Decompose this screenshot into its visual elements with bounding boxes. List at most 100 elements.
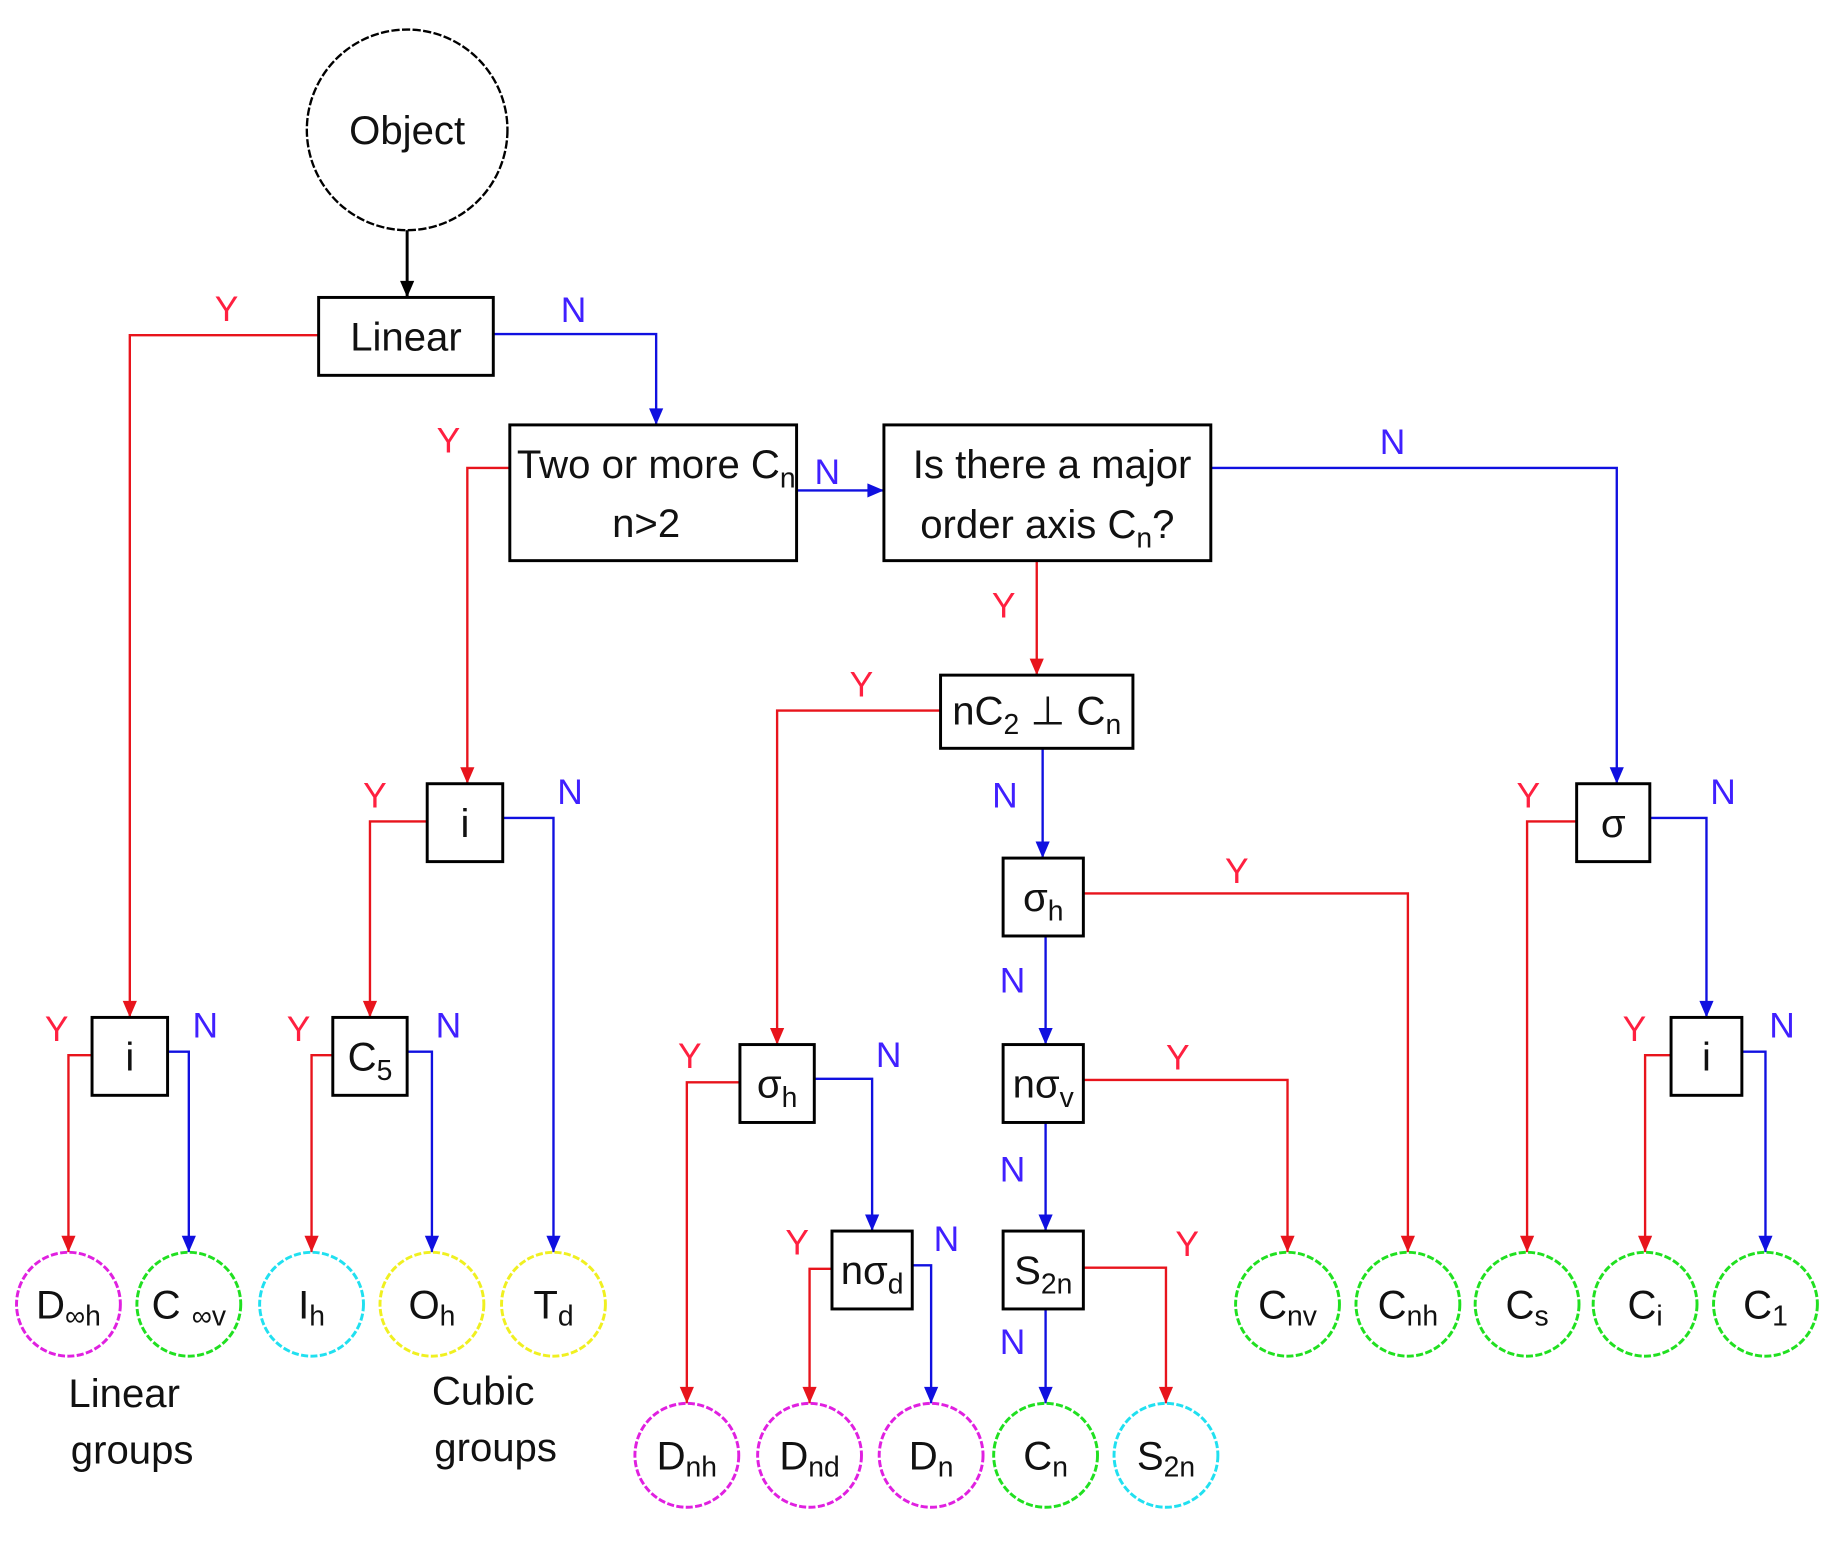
arrowhead-icon bbox=[546, 1235, 561, 1253]
point-group-c-i: Ci bbox=[1591, 1250, 1699, 1358]
edge-c5-to-o-h bbox=[407, 1050, 440, 1253]
edge-i-right-to-c-1 bbox=[1741, 1050, 1773, 1253]
arrowhead-icon bbox=[1520, 1235, 1535, 1253]
no-label: N bbox=[876, 1035, 902, 1075]
edge-i-linear-to-d-inf-h bbox=[61, 1054, 93, 1253]
point-group-c-1: C1 bbox=[1712, 1250, 1819, 1358]
decision-label-line2: order axis Cn? bbox=[920, 502, 1174, 554]
edge-nc2-perp-to-sigma-h-mid bbox=[1035, 748, 1050, 859]
decision-two-or-more: Two or more Cn n>2 bbox=[508, 423, 799, 563]
caption-linear-groups: Linear groups bbox=[68, 1371, 193, 1473]
edge-n-sigma-d-to-d-nd bbox=[802, 1267, 832, 1404]
arrowhead-icon bbox=[400, 280, 415, 298]
point-group-i-h: Ih bbox=[258, 1250, 365, 1358]
yes-label: Y bbox=[1175, 1224, 1199, 1264]
no-label: N bbox=[934, 1219, 960, 1259]
edge-line bbox=[1083, 892, 1410, 1253]
decision-sigma-h-mid: σh bbox=[1001, 856, 1085, 938]
decision-sigma-h-left: σh bbox=[738, 1043, 816, 1124]
yes-label: Y bbox=[850, 664, 874, 704]
arrowhead-icon bbox=[1400, 1235, 1415, 1253]
no-label: N bbox=[193, 1005, 219, 1045]
arrowhead-icon bbox=[802, 1386, 817, 1404]
decision-linear: Linear bbox=[317, 295, 495, 377]
edge-line bbox=[407, 1050, 434, 1253]
edge-line bbox=[1741, 1050, 1767, 1253]
yes-label: Y bbox=[1623, 1009, 1647, 1049]
yes-label: Y bbox=[678, 1036, 702, 1076]
decision-label: Linear bbox=[350, 315, 461, 360]
arrowhead-icon bbox=[770, 1028, 785, 1045]
edge-line bbox=[1083, 1266, 1168, 1404]
yes-label: Y bbox=[785, 1223, 809, 1263]
no-label: N bbox=[1000, 961, 1026, 1001]
arrowhead-icon bbox=[1038, 1386, 1053, 1404]
arrowhead-icon bbox=[1758, 1235, 1773, 1253]
decision-label: i bbox=[125, 1035, 134, 1080]
edge-n-sigma-d-to-d-n bbox=[912, 1264, 939, 1404]
edge-linear-to-i-linear bbox=[122, 334, 319, 1018]
point-group-o-h: Oh bbox=[378, 1250, 486, 1358]
point-group-c-n: Cn bbox=[992, 1401, 1099, 1509]
edge-line bbox=[128, 334, 319, 1018]
no-label: N bbox=[561, 290, 587, 330]
arrowhead-icon bbox=[181, 1235, 196, 1253]
arrowhead-icon bbox=[1638, 1235, 1653, 1253]
arrowhead-icon bbox=[1029, 658, 1044, 676]
edge-sigma-right-to-c-s bbox=[1520, 820, 1577, 1253]
edge-line bbox=[502, 816, 555, 1253]
yes-label: Y bbox=[1166, 1037, 1190, 1077]
captions-layer: Linear groups Cubic groups bbox=[68, 1369, 556, 1473]
edge-s2n-test-to-c-n bbox=[1038, 1308, 1053, 1404]
no-label: N bbox=[1000, 1322, 1026, 1362]
yes-label: Y bbox=[1225, 851, 1249, 891]
edge-major-axis-to-nc2-perp bbox=[1029, 560, 1044, 676]
caption-cubic-groups: Cubic groups bbox=[432, 1369, 557, 1471]
edge-n-sigma-v-to-s2n-test bbox=[1038, 1122, 1053, 1232]
arrowhead-icon bbox=[460, 767, 475, 784]
point-group-d-nh: Dnh bbox=[633, 1401, 741, 1509]
yes-label: Y bbox=[215, 289, 239, 329]
edge-linear-to-two-or-more bbox=[493, 332, 664, 425]
edge-line bbox=[814, 1077, 874, 1232]
edge-two-or-more-to-major-axis bbox=[796, 483, 884, 498]
edge-line bbox=[493, 332, 658, 425]
edge-line bbox=[775, 709, 941, 1045]
point-group-d-inf-h: D∞h bbox=[15, 1250, 122, 1358]
decision-label: nC2 ⊥ Cn bbox=[952, 689, 1121, 741]
edge-line bbox=[808, 1267, 832, 1404]
point-group-c-inf-v: C ∞v bbox=[135, 1250, 243, 1358]
decision-label: i bbox=[461, 801, 470, 846]
no-label: N bbox=[557, 772, 583, 812]
decision-label-line2: n>2 bbox=[612, 501, 680, 546]
no-label: N bbox=[1769, 1005, 1795, 1045]
decision-n-sigma-d: nσd bbox=[830, 1229, 914, 1311]
point-group-d-n: Dn bbox=[877, 1401, 985, 1509]
point-group-t-d: Td bbox=[500, 1250, 607, 1358]
decision-n-sigma-v: nσv bbox=[1001, 1043, 1085, 1124]
edge-line bbox=[912, 1264, 933, 1404]
edge-line bbox=[310, 1054, 333, 1253]
no-label: N bbox=[814, 452, 840, 492]
arrowhead-icon bbox=[1609, 767, 1624, 784]
yes-label: Y bbox=[992, 585, 1016, 625]
edge-two-or-more-to-i-cubic bbox=[460, 466, 510, 784]
arrowhead-icon bbox=[1035, 841, 1050, 859]
decision-i-cubic: i bbox=[425, 782, 505, 864]
point-group-s-2n: S2n bbox=[1112, 1401, 1220, 1509]
point-group-flowchart: Object Linear Two or more Cn n>2 Is there a … bbox=[15, 28, 1819, 1509]
no-label: N bbox=[1710, 772, 1736, 812]
arrowhead-icon bbox=[362, 1000, 378, 1018]
arrowhead-icon bbox=[649, 408, 664, 425]
point-group-c-nh: Cnh bbox=[1354, 1250, 1462, 1358]
no-label: N bbox=[436, 1005, 462, 1045]
edge-line bbox=[1649, 816, 1708, 1018]
yes-label: Y bbox=[287, 1009, 311, 1049]
edge-s2n-test-to-s-2n bbox=[1083, 1266, 1174, 1404]
decision-i-right: i bbox=[1669, 1015, 1744, 1097]
yes-label: Y bbox=[1516, 775, 1540, 815]
arrowhead-icon bbox=[1699, 1000, 1714, 1018]
edge-line bbox=[67, 1054, 93, 1253]
edge-line bbox=[1643, 1054, 1672, 1253]
decision-sigma-right: σ bbox=[1575, 782, 1652, 864]
